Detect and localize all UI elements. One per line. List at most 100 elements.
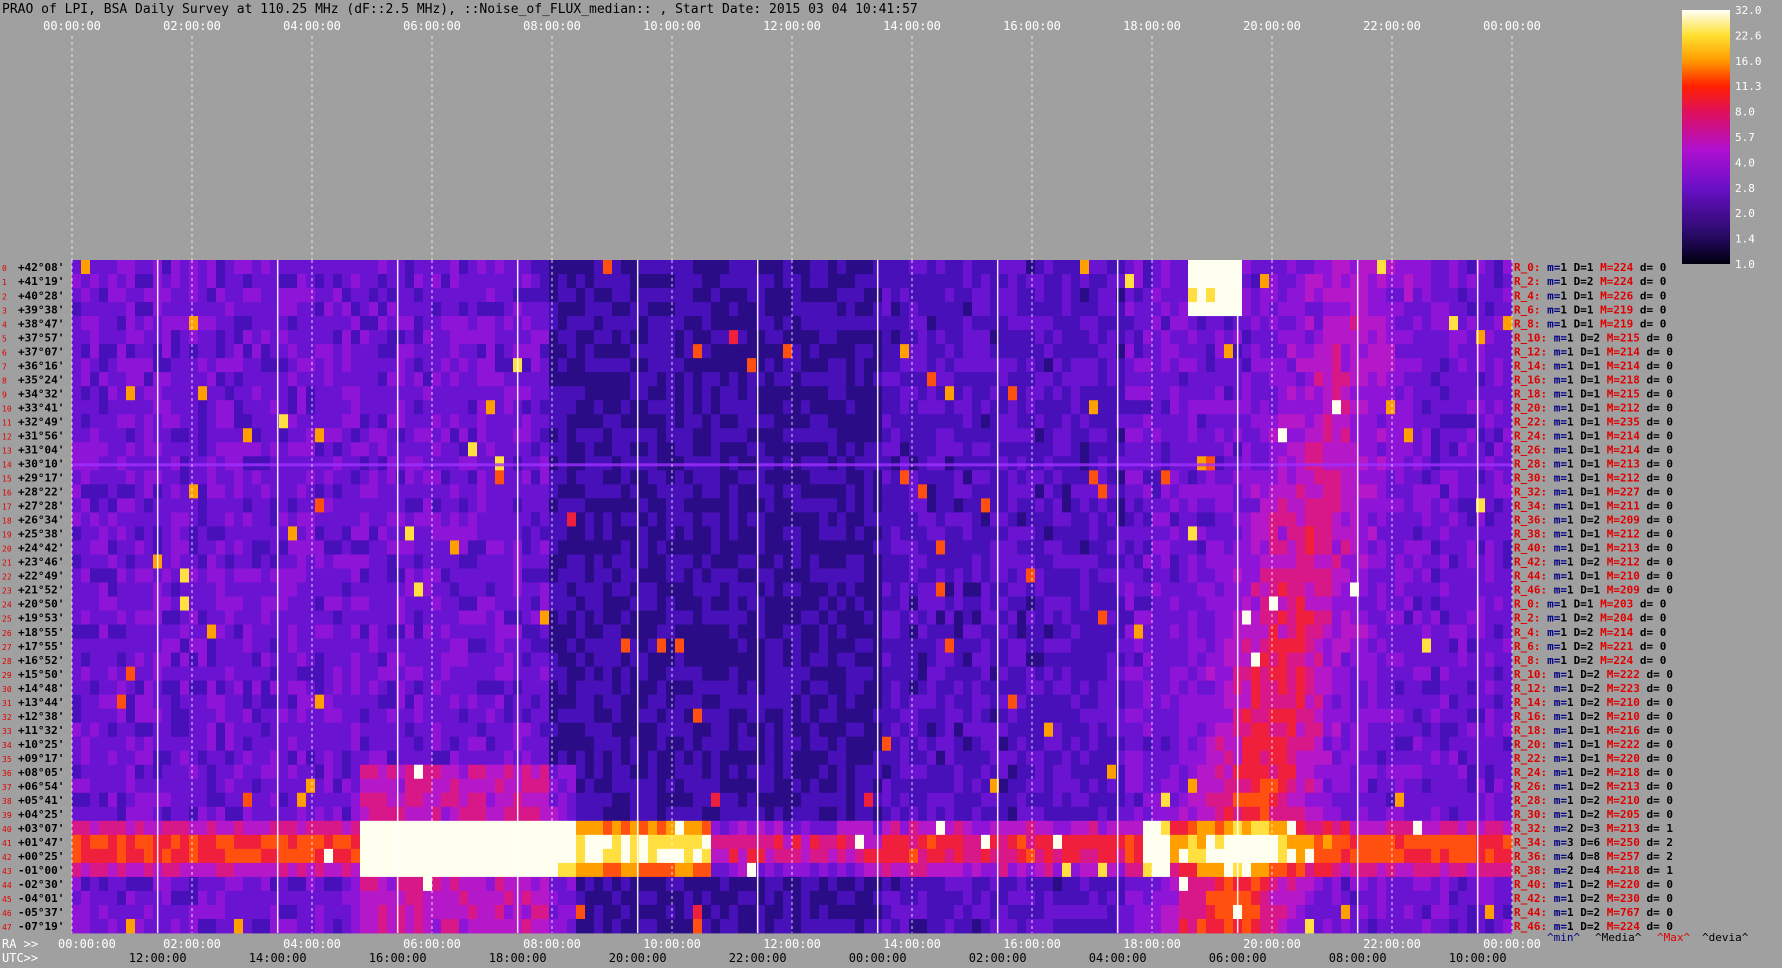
heatmap-cell	[567, 442, 577, 457]
heatmap-cell	[216, 554, 226, 569]
heatmap-cell	[189, 568, 199, 583]
heatmap-cell	[900, 470, 910, 485]
heatmap-cell	[99, 386, 109, 401]
heatmap-cell	[1296, 358, 1306, 373]
heatmap-cell	[945, 666, 955, 682]
heatmap-cell	[1035, 610, 1045, 625]
heatmap-cell	[342, 596, 352, 611]
heatmap-cell	[1053, 610, 1063, 625]
heatmap-cell	[1035, 568, 1045, 583]
heatmap-cell	[1287, 498, 1297, 513]
heatmap-cell	[342, 582, 352, 597]
heatmap-cell	[504, 638, 514, 653]
heatmap-cell	[252, 358, 262, 373]
heatmap-cell	[909, 442, 919, 457]
heatmap-cell	[792, 288, 802, 303]
heatmap-cell	[972, 400, 982, 415]
heatmap-cell	[819, 596, 829, 611]
heatmap-cell	[1026, 666, 1036, 682]
heatmap-cell	[522, 344, 532, 359]
heatmap-cell	[459, 484, 469, 499]
heatmap-cell	[891, 582, 901, 597]
heatmap-cell	[423, 568, 433, 583]
heatmap-cell	[468, 274, 478, 289]
heatmap-cell	[666, 372, 676, 387]
heatmap-cell	[639, 638, 649, 653]
heatmap-cell	[666, 596, 676, 611]
heatmap-cell	[162, 358, 172, 373]
heatmap-cell	[522, 596, 532, 611]
heatmap-cell	[1224, 652, 1234, 667]
heatmap-cell	[486, 624, 496, 639]
heatmap-cell	[1341, 554, 1351, 569]
heatmap-cell	[1359, 680, 1369, 696]
heatmap-cell	[117, 526, 127, 541]
heatmap-cell	[522, 470, 532, 485]
heatmap-cell	[576, 512, 586, 527]
heatmap-cell	[1206, 428, 1216, 443]
heatmap-cell	[1269, 274, 1279, 289]
heatmap-cell	[432, 274, 442, 289]
heatmap-cell	[1071, 568, 1081, 583]
heatmap-cell	[738, 610, 748, 625]
heatmap-cell	[189, 484, 199, 499]
heatmap-cell	[351, 498, 361, 513]
heatmap-cell	[198, 274, 208, 289]
heatmap-cell	[216, 386, 226, 401]
heatmap-cell	[711, 624, 721, 639]
heatmap-cell	[1107, 582, 1117, 597]
heatmap-cell	[999, 372, 1009, 387]
heatmap-cell	[198, 260, 208, 275]
heatmap-cell	[126, 386, 136, 401]
heatmap-cell	[1449, 638, 1459, 653]
heatmap-cell	[297, 540, 307, 555]
heatmap-cell	[846, 568, 856, 583]
heatmap-cell	[1494, 288, 1504, 303]
heatmap-cell	[315, 540, 325, 555]
heatmap-cell	[459, 260, 469, 275]
heatmap-cell	[1386, 624, 1396, 639]
heatmap-cell	[1323, 260, 1333, 275]
heatmap-cell	[1134, 652, 1144, 667]
heatmap-cell	[1287, 554, 1297, 569]
heatmap-cell	[837, 400, 847, 415]
heatmap-cell	[603, 484, 613, 499]
heatmap-cell	[1494, 554, 1504, 569]
heatmap-cell	[963, 582, 973, 597]
heatmap-cell	[882, 512, 892, 527]
heatmap-cell	[819, 680, 829, 696]
heatmap-cell	[729, 540, 739, 555]
heatmap-cell	[1143, 680, 1153, 696]
heatmap-cell	[1287, 624, 1297, 639]
heatmap-cell	[324, 596, 334, 611]
heatmap-cell	[855, 442, 865, 457]
heatmap-cell	[1368, 554, 1378, 569]
heatmap-cell	[1395, 428, 1405, 443]
heatmap-cell	[819, 316, 829, 331]
heatmap-cell	[414, 596, 424, 611]
heatmap-cell	[1503, 372, 1513, 387]
heatmap-cell	[162, 484, 172, 499]
heatmap-cell	[900, 330, 910, 345]
heatmap-cell	[1305, 302, 1315, 317]
heatmap-cell	[495, 358, 505, 373]
heatmap-cell	[1197, 274, 1207, 289]
heatmap-cell	[1197, 484, 1207, 499]
heatmap-cell	[216, 596, 226, 611]
heatmap-cell	[99, 274, 109, 289]
heatmap-cell	[180, 288, 190, 303]
heatmap-cell	[531, 526, 541, 541]
heatmap-cell	[1494, 414, 1504, 429]
heatmap-cell	[1008, 638, 1018, 653]
heatmap-cell	[1242, 442, 1252, 457]
heatmap-cell	[1377, 442, 1387, 457]
heatmap-cell	[1296, 400, 1306, 415]
heatmap-cell	[1017, 568, 1027, 583]
heatmap-cell	[369, 498, 379, 513]
heatmap-cell	[981, 652, 991, 667]
heatmap-cell	[720, 302, 730, 317]
heatmap-cell	[315, 596, 325, 611]
heatmap-cell	[108, 372, 118, 387]
heatmap-cell	[144, 302, 154, 317]
heatmap-cell	[1431, 358, 1441, 373]
